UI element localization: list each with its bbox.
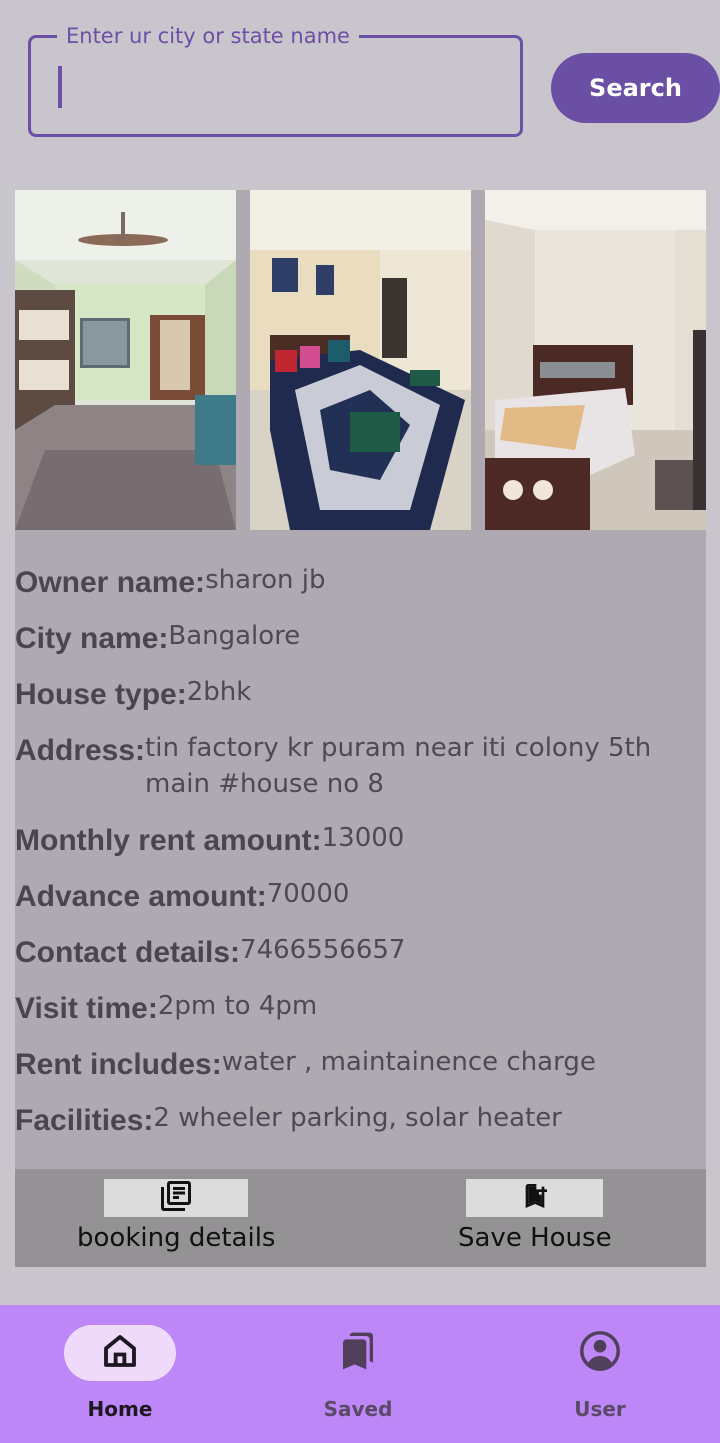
home-icon <box>99 1330 141 1377</box>
detail-row-visit-time: Visit time: 2pm to 4pm <box>15 988 706 1044</box>
library-books-icon <box>158 1178 194 1219</box>
detail-key: Address: <box>15 734 146 767</box>
nav-item-saved[interactable]: Saved <box>278 1325 438 1421</box>
home-screen: Enter ur city or state name Search Owner… <box>0 0 720 1443</box>
house-photo-living-room[interactable] <box>15 190 236 530</box>
bottom-navigation-bar: Home Saved User <box>0 1305 720 1443</box>
search-button[interactable]: Search <box>551 53 720 123</box>
detail-row-contact-details: Contact details: 7466556657 <box>15 932 706 988</box>
bookmarks-icon <box>338 1331 378 1376</box>
detail-value: 13000 <box>321 823 405 853</box>
detail-value: 70000 <box>266 879 350 909</box>
booking-details-icon-box[interactable] <box>104 1178 249 1219</box>
detail-row-monthly-rent: Monthly rent amount: 13000 <box>15 820 706 876</box>
detail-value: water , maintainence charge <box>221 1047 596 1077</box>
detail-value: 2bhk <box>186 677 252 707</box>
house-details: Owner name: sharon jb City name: Bangalo… <box>15 562 706 1156</box>
house-listing-card: Owner name: sharon jb City name: Bangalo… <box>15 190 706 1267</box>
save-house-button[interactable]: Save House <box>458 1179 612 1253</box>
booking-details-button[interactable]: booking details <box>77 1179 275 1253</box>
detail-key: Advance amount: <box>15 880 267 913</box>
account-circle-icon <box>577 1328 623 1379</box>
house-photo-second-bedroom[interactable] <box>485 190 706 530</box>
nav-active-indicator <box>64 1325 176 1381</box>
detail-value: tin factory kr puram near iti colony 5th… <box>145 733 652 799</box>
detail-row-city-name: City name: Bangalore <box>15 618 706 674</box>
search-field-label: Enter ur city or state name <box>57 22 359 50</box>
detail-key: Monthly rent amount: <box>15 824 322 857</box>
nav-item-home[interactable]: Home <box>40 1325 200 1421</box>
house-photo-bedroom[interactable] <box>250 190 471 530</box>
nav-item-user[interactable]: User <box>520 1325 680 1421</box>
booking-details-label: booking details <box>77 1223 276 1253</box>
save-house-icon-box[interactable] <box>466 1179 604 1218</box>
detail-row-house-type: House type: 2bhk <box>15 674 706 730</box>
detail-key: House type: <box>15 678 187 711</box>
detail-value: sharon jb <box>205 565 326 595</box>
save-house-label: Save House <box>458 1223 612 1253</box>
detail-key: Owner name: <box>15 566 206 599</box>
detail-key: Contact details: <box>15 936 241 969</box>
search-field[interactable]: Enter ur city or state name <box>28 22 523 137</box>
detail-value: 7466556657 <box>240 935 406 965</box>
detail-value: 2 wheeler parking, solar heater <box>153 1103 562 1133</box>
listing-action-bar: booking details Save House <box>15 1169 706 1267</box>
detail-key: Facilities: <box>15 1104 154 1137</box>
detail-row-advance-amount: Advance amount: 70000 <box>15 876 706 932</box>
detail-row-address: Address: tin factory kr puram near iti c… <box>15 730 706 820</box>
search-input[interactable] <box>53 58 493 114</box>
nav-label-user: User <box>574 1397 626 1421</box>
detail-row-owner-name: Owner name: sharon jb <box>15 562 706 618</box>
detail-row-rent-includes: Rent includes: water , maintainence char… <box>15 1044 706 1100</box>
nav-label-home: Home <box>87 1397 153 1421</box>
bookmark-add-icon <box>519 1179 551 1218</box>
detail-key: Rent includes: <box>15 1048 222 1081</box>
nav-icon-wrapper <box>544 1325 656 1381</box>
detail-value: 2pm to 4pm <box>157 991 318 1021</box>
detail-key: City name: <box>15 622 169 655</box>
detail-row-facilities: Facilities: 2 wheeler parking, solar hea… <box>15 1100 706 1156</box>
nav-label-saved: Saved <box>323 1397 393 1421</box>
detail-key: Visit time: <box>15 992 158 1025</box>
detail-value: Bangalore <box>168 621 301 651</box>
nav-icon-wrapper <box>302 1325 414 1381</box>
